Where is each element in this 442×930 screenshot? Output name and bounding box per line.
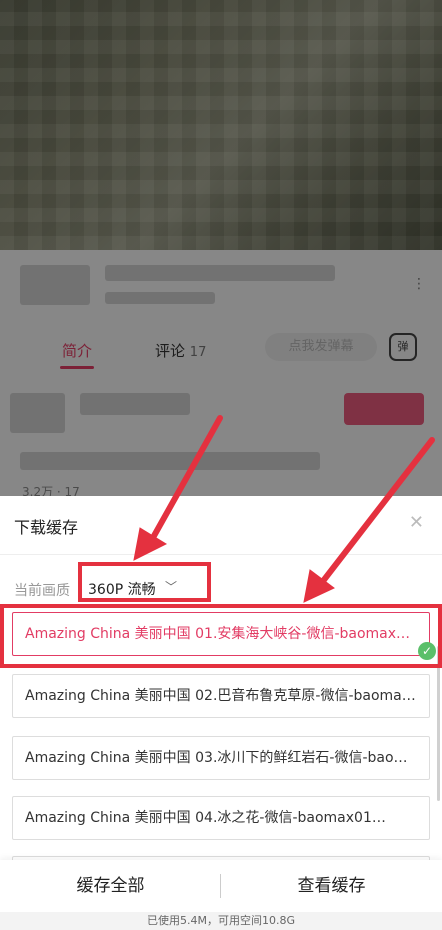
arrow-to-quality <box>147 415 223 546</box>
arrow-to-quality-head <box>133 527 168 561</box>
annotation-arrows <box>133 415 435 603</box>
arrow-to-episode <box>317 437 435 588</box>
